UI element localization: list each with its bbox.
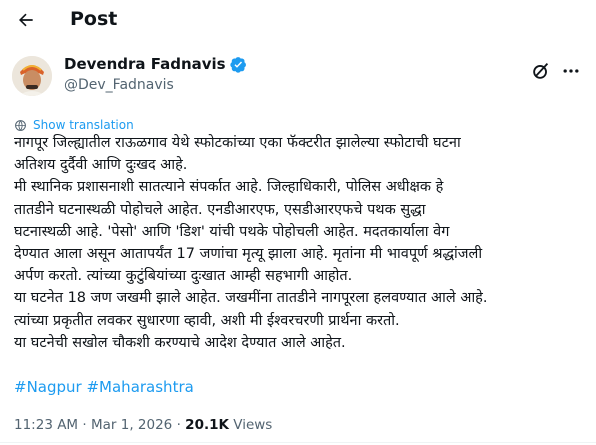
globe-icon (15, 119, 26, 131)
meta-separator: · (176, 417, 181, 433)
avatar-image (12, 56, 52, 96)
views-count: 20.1K (185, 417, 229, 433)
post-line: त्यांच्या प्रकृतीत लवकर सुधारणा व्हावी, … (14, 312, 400, 329)
more-icon (563, 69, 579, 73)
author-name-text: Devendra Fadnavis (64, 55, 226, 73)
show-translation-link[interactable]: Show translation (14, 118, 134, 132)
post-line: देण्यात आला असून आतापर्यंत 17 जणांचा मृत… (14, 246, 483, 263)
post-line: घटनास्थळी आहे. 'पेसो' आणि 'डिश' यांची पथ… (14, 223, 450, 240)
verified-badge-icon (229, 56, 246, 73)
author-row: Devendra Fadnavis @Dev_Fadnavis (12, 52, 584, 100)
post-line: या घटनेत 18 जण जखमी झाले आहेत. जखमींना त… (14, 290, 488, 307)
arrow-left-icon (19, 13, 33, 27)
post-time[interactable]: 11:23 AM (14, 417, 78, 433)
grok-icon (533, 63, 549, 79)
back-button[interactable] (12, 6, 40, 34)
post-line: या घटनेची सखोल चौकशी करण्याचे आदेश देण्य… (14, 334, 346, 351)
post-line: नागपूर जिल्ह्यातील राऊळगाव येथे स्फोटकां… (14, 135, 461, 151)
grok-button[interactable] (530, 60, 552, 82)
post-text: नागपूर जिल्ह्यातील राऊळगाव येथे स्फोटकां… (14, 132, 589, 354)
divider (0, 442, 596, 443)
post-line: अर्पण करतो. त्यांच्या कुटुंबियांच्या दुः… (14, 268, 353, 285)
hashtag-maharashtra[interactable]: #Maharashtra (86, 378, 193, 396)
author-name[interactable]: Devendra Fadnavis (64, 55, 247, 73)
post-date[interactable]: Mar 1, 2026 (91, 417, 172, 433)
post-meta: 11:23 AM · Mar 1, 2026 · 20.1K Views (14, 417, 272, 433)
top-bar: Post (0, 0, 596, 40)
more-button[interactable] (560, 60, 582, 82)
post-line: मी स्थानिक प्रशासनाशी सातत्याने संपर्कात… (14, 179, 444, 196)
hashtags: #Nagpur #Maharashtra (14, 378, 194, 396)
post-line: अतिशय दुर्दैवी आणि दुःखद आहे. (14, 157, 188, 174)
page-title: Post (70, 8, 118, 30)
meta-separator: · (82, 417, 87, 433)
post-line: तातडीने घटनास्थळी पोहोचले आहेत. एनडीआरएफ… (14, 201, 426, 218)
avatar[interactable] (12, 56, 52, 96)
author-handle[interactable]: @Dev_Fadnavis (64, 77, 174, 93)
hashtag-nagpur[interactable]: #Nagpur (14, 378, 82, 396)
views-label: Views (233, 417, 273, 433)
show-translation-label: Show translation (33, 118, 134, 132)
